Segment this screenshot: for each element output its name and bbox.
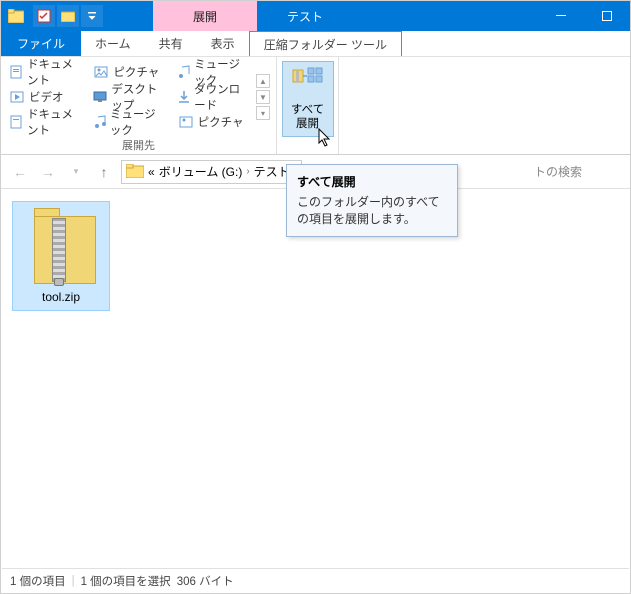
dest-label: ミュージック <box>110 106 164 138</box>
dest-label: ピクチャ <box>113 64 159 80</box>
tab-view[interactable]: 表示 <box>197 31 249 56</box>
minimize-button[interactable] <box>538 1 584 31</box>
videos-icon <box>9 89 25 105</box>
maximize-button[interactable] <box>584 1 630 31</box>
tooltip-title: すべて展開 <box>297 173 447 190</box>
tooltip-body: このフォルダー内のすべての項目を展開します。 <box>297 194 447 228</box>
dest-music[interactable]: ミュージック <box>91 111 165 133</box>
dest-pictures[interactable]: ピクチャ <box>91 61 165 83</box>
chevron-right-icon[interactable]: › <box>246 166 249 177</box>
dest-label: ドキュメント <box>27 56 79 88</box>
downloads-icon <box>178 89 190 105</box>
dest-label: ビデオ <box>29 89 64 105</box>
title-bar: 展開 テスト <box>1 1 630 31</box>
search-input[interactable]: トの検索 <box>534 163 622 180</box>
tab-share[interactable]: 共有 <box>145 31 197 56</box>
dest-documents2[interactable]: ドキュメント <box>7 111 81 133</box>
dest-label: ドキュメント <box>27 106 79 138</box>
documents-icon <box>9 114 23 130</box>
music-icon <box>93 114 106 130</box>
dest-scroll-down[interactable]: ▼ <box>256 90 270 104</box>
music-icon <box>178 64 191 80</box>
tab-compressed-tools[interactable]: 圧縮フォルダー ツール <box>249 31 402 56</box>
extract-all-label: すべて 展開 <box>291 104 324 132</box>
dest-videos[interactable]: ビデオ <box>7 86 81 108</box>
dest-pictures2[interactable]: ピクチャ <box>176 111 250 133</box>
folder-icon <box>126 164 144 180</box>
dest-label: ピクチャ <box>198 114 244 130</box>
ribbon-tabs: ファイル ホーム 共有 表示 圧縮フォルダー ツール <box>1 31 630 57</box>
qat-dropdown-button[interactable] <box>81 5 103 27</box>
dest-desktop[interactable]: デスクトップ <box>91 86 165 108</box>
file-list[interactable]: tool.zip <box>2 191 629 567</box>
tab-home[interactable]: ホーム <box>81 31 145 56</box>
pictures-icon <box>178 114 194 130</box>
status-size: 306 バイト <box>177 573 234 589</box>
app-icon <box>7 7 25 25</box>
back-button[interactable]: ← <box>9 161 31 183</box>
dest-downloads[interactable]: ダウンロード <box>176 86 250 108</box>
status-bar: 1 個の項目 | 1 個の項目を選択 306 バイト <box>2 568 629 593</box>
dest-scroll-up[interactable]: ▲ <box>256 74 270 88</box>
pictures-icon <box>93 64 109 80</box>
tooltip: すべて展開 このフォルダー内のすべての項目を展開します。 <box>286 164 458 237</box>
extract-all-button[interactable]: すべて 展開 <box>282 61 334 137</box>
breadcrumb-folder[interactable]: テスト <box>254 163 290 180</box>
address-bar[interactable]: « ボリューム (G:) › テスト › <box>121 160 302 184</box>
dest-documents[interactable]: ドキュメント <box>7 61 81 83</box>
extract-all-icon <box>291 66 325 100</box>
file-name-label: tool.zip <box>42 290 80 304</box>
breadcrumb-prefix: « <box>148 165 155 179</box>
qat-properties-button[interactable] <box>33 5 55 27</box>
dest-more[interactable]: ▾ <box>256 106 270 120</box>
dest-label: ダウンロード <box>194 81 248 113</box>
history-dropdown[interactable]: ▾ <box>65 161 87 183</box>
forward-button[interactable]: → <box>37 161 59 183</box>
qat-newfolder-button[interactable] <box>57 5 79 27</box>
documents-icon <box>9 64 23 80</box>
ribbon-group-label: 展開先 <box>1 137 276 156</box>
status-item-count: 1 個の項目 <box>10 573 66 589</box>
ribbon: ドキュメント ビデオ ドキュメント ピクチャ <box>1 57 630 155</box>
desktop-icon <box>93 89 107 105</box>
zip-file-icon <box>26 208 96 284</box>
tab-file[interactable]: ファイル <box>1 31 81 56</box>
dest-music2[interactable]: ミュージック <box>176 61 250 83</box>
window-title: テスト <box>257 1 353 31</box>
status-selected: 1 個の項目を選択 <box>81 573 171 589</box>
up-button[interactable]: ↑ <box>93 161 115 183</box>
file-item[interactable]: tool.zip <box>12 201 110 311</box>
contextual-tab-label: 展開 <box>153 1 257 31</box>
breadcrumb-volume[interactable]: ボリューム (G:) <box>159 163 243 180</box>
